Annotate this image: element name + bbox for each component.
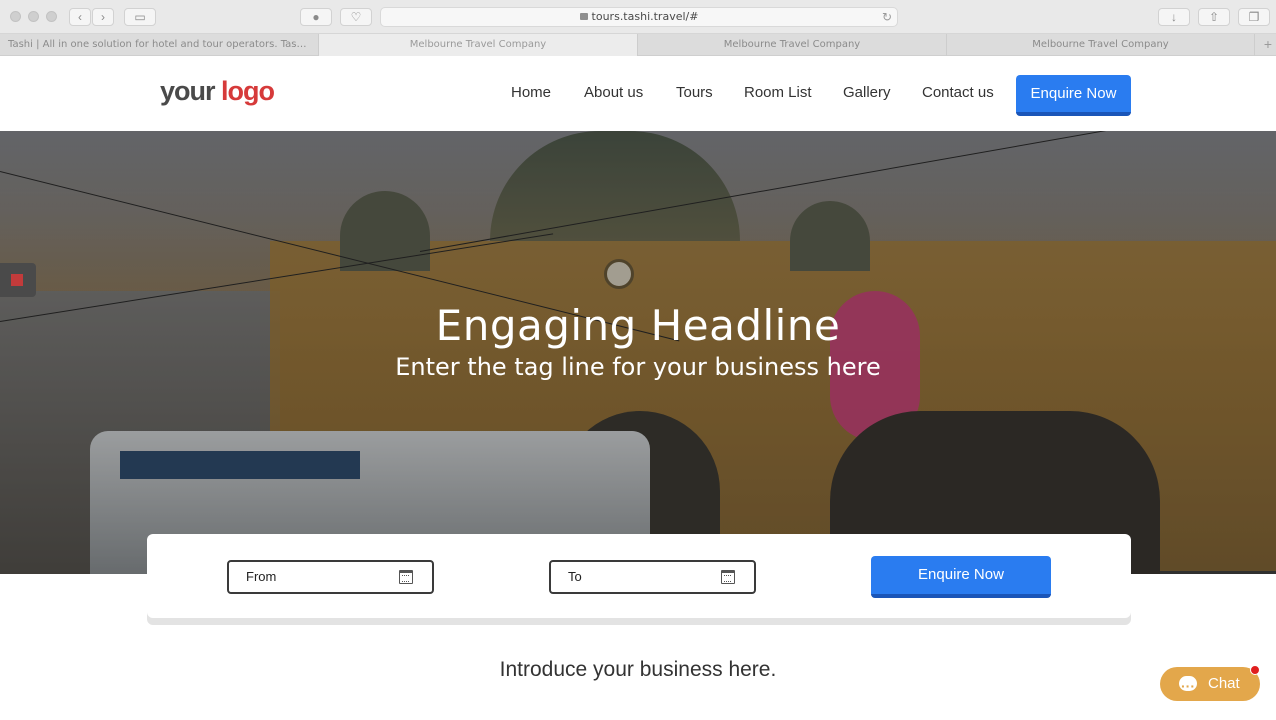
download-icon[interactable]: ↓ — [1158, 8, 1190, 26]
hero-headline: Engaging Headline — [435, 301, 841, 350]
enquire-now-header-button[interactable]: Enquire Now — [1016, 75, 1131, 116]
tab-melbourne-2[interactable]: Melbourne Travel Company — [638, 34, 947, 56]
nav-contact-us[interactable]: Contact us — [922, 84, 994, 101]
enquire-now-booking-button[interactable]: Enquire Now — [871, 556, 1051, 598]
reload-icon[interactable]: ↻ — [882, 8, 892, 26]
nav-tours[interactable]: Tours — [676, 84, 713, 101]
site-logo[interactable]: your logo — [160, 76, 275, 107]
chat-bubble-icon — [1179, 669, 1197, 703]
nav-about-us[interactable]: About us — [584, 84, 643, 101]
nav-gallery[interactable]: Gallery — [843, 84, 891, 101]
logo-accent-text: logo — [221, 76, 275, 106]
tab-tashi[interactable]: Tashi | All in one solution for hotel an… — [0, 34, 319, 56]
tabs-icon[interactable]: ❐ — [1238, 8, 1270, 26]
url-text: tours.tashi.travel/# — [591, 10, 699, 23]
logo-text: your — [160, 76, 222, 106]
tab-melbourne-3[interactable]: Melbourne Travel Company — [947, 34, 1255, 56]
intro-heading: Introduce your business here. — [499, 658, 777, 681]
minimize-window-icon[interactable] — [28, 11, 39, 22]
new-tab-icon[interactable]: + — [1264, 36, 1272, 52]
calendar-icon[interactable] — [721, 570, 735, 584]
hero-banner: Engaging Headline Enter the tag line for… — [0, 131, 1276, 574]
tab-melbourne-1[interactable]: Melbourne Travel Company — [319, 34, 638, 56]
to-date-placeholder: To — [568, 569, 582, 584]
nav-room-list[interactable]: Room List — [744, 84, 812, 101]
site-header: your logo Home About us Tours Room List … — [0, 56, 1276, 131]
nav-home[interactable]: Home — [511, 84, 551, 101]
address-bar[interactable]: tours.tashi.travel/# ↻ — [380, 7, 898, 27]
side-widget-icon — [11, 274, 23, 286]
close-window-icon[interactable] — [10, 11, 21, 22]
zoom-window-icon[interactable] — [46, 11, 57, 22]
chat-label: Chat — [1208, 675, 1240, 692]
grammarly-icon[interactable]: ● — [300, 8, 332, 26]
chat-button[interactable]: Chat — [1160, 665, 1260, 703]
to-date-field[interactable]: To — [549, 560, 756, 594]
lock-icon — [579, 13, 588, 20]
calendar-icon[interactable] — [399, 570, 413, 584]
forward-icon[interactable]: › — [92, 8, 114, 26]
side-widget-tab[interactable] — [0, 263, 36, 297]
pocket-icon[interactable]: ♡ — [340, 8, 372, 26]
from-date-field[interactable]: From — [227, 560, 434, 594]
browser-toolbar: ‹ › ▭ ● ♡ tours.tashi.travel/# ↻ ↓ ⇧ ❐ — [0, 0, 1276, 34]
from-date-placeholder: From — [246, 569, 277, 584]
sidebar-icon[interactable]: ▭ — [124, 8, 156, 26]
tab-bar: Tashi | All in one solution for hotel an… — [0, 34, 1276, 56]
chat-notification-dot — [1250, 665, 1260, 675]
share-icon[interactable]: ⇧ — [1198, 8, 1230, 26]
back-icon[interactable]: ‹ — [69, 8, 91, 26]
hero-tagline: Enter the tag line for your business her… — [395, 353, 881, 381]
booking-card: From To Enquire Now — [147, 534, 1131, 618]
